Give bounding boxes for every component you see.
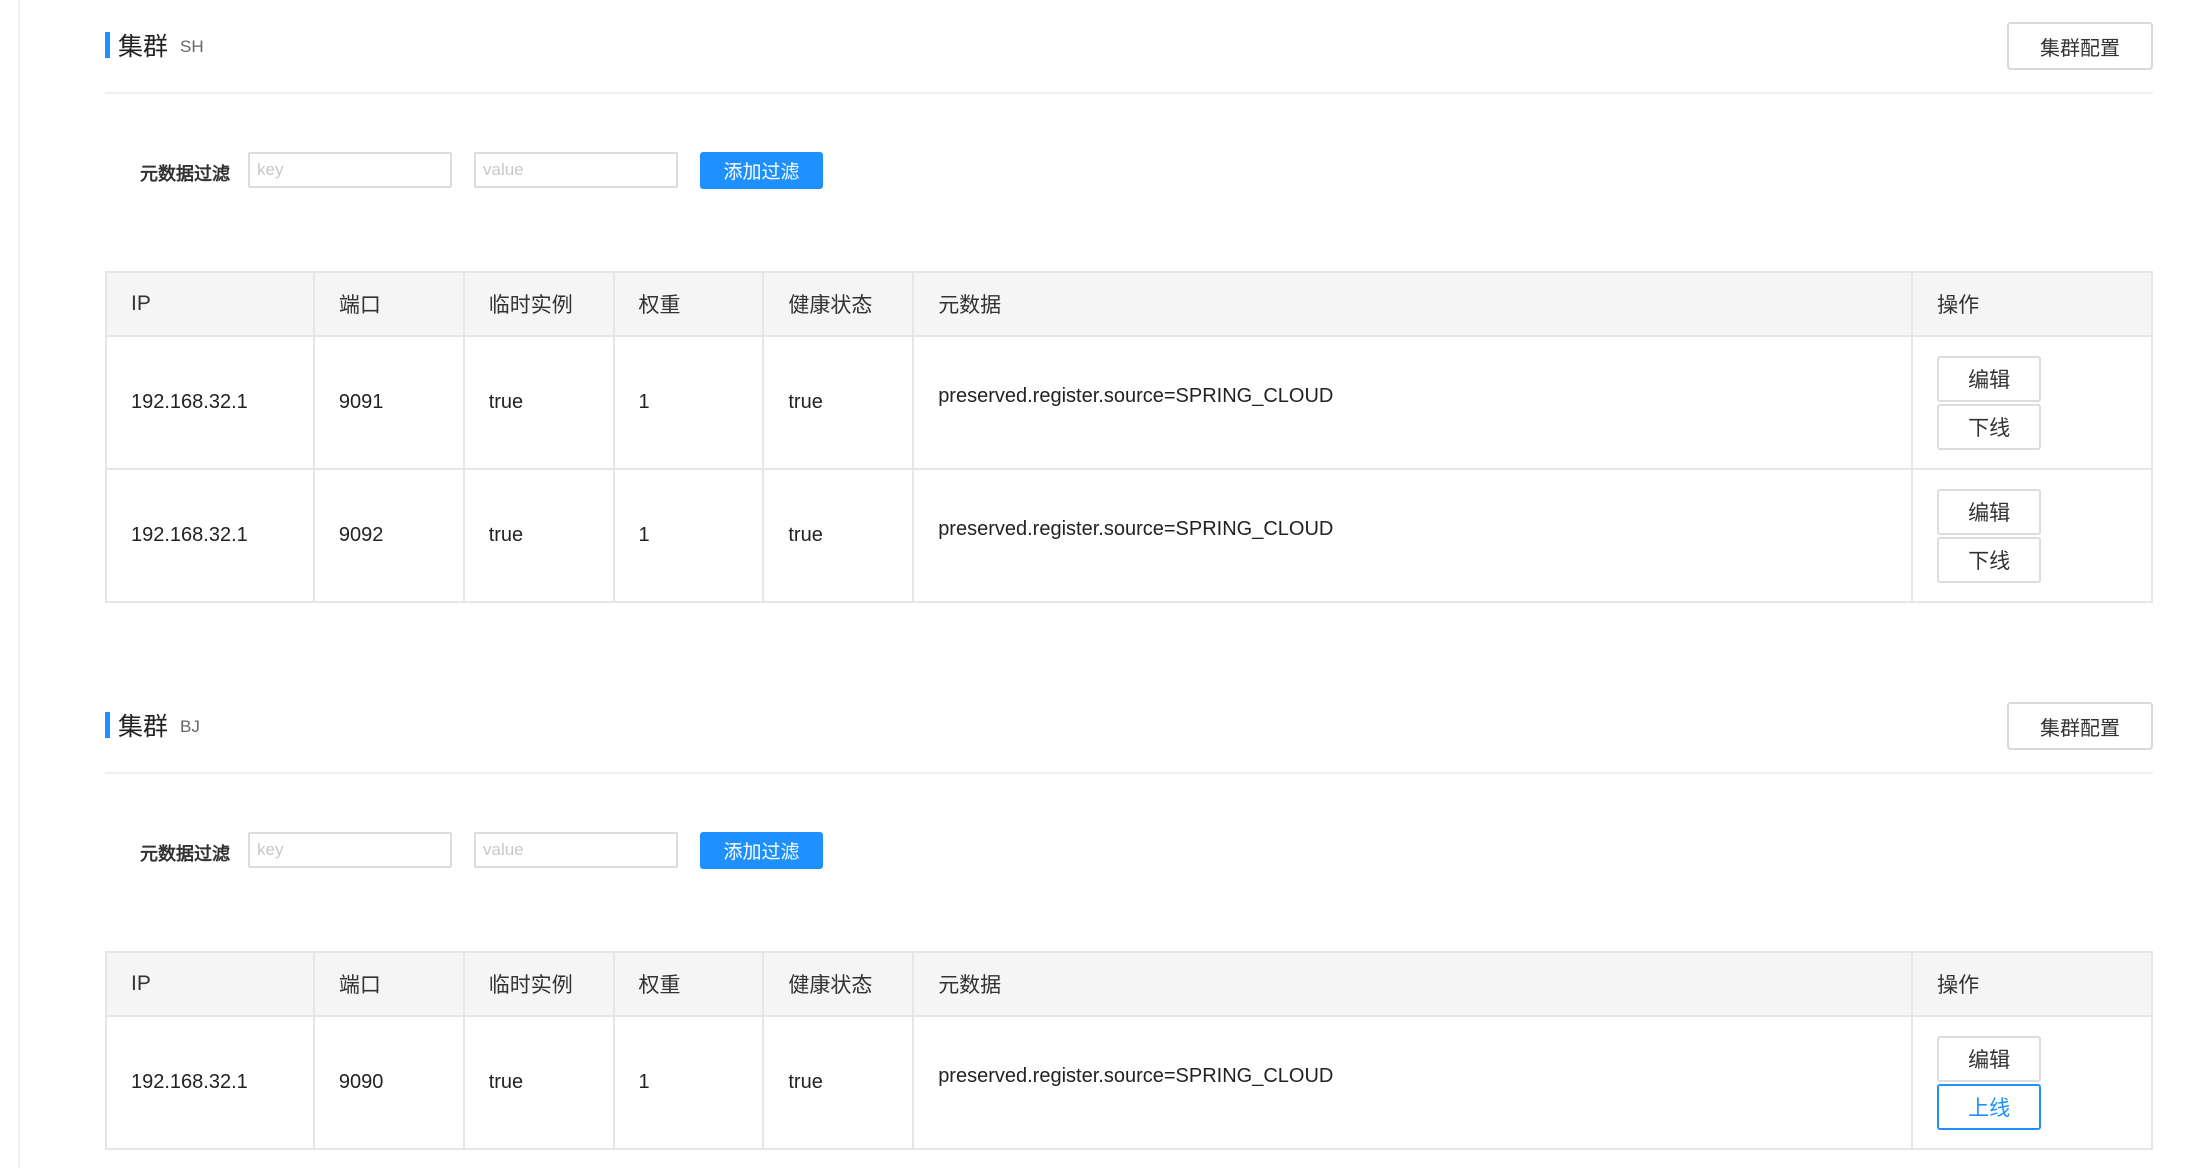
cell-actions: 编辑 下线 <box>1912 469 2152 603</box>
column-header-ephemeral: 临时实例 <box>463 272 615 337</box>
metadata-filter-row: 元数据过滤 添加过滤 <box>105 94 2153 271</box>
cluster-config-button[interactable]: 集群配置 <box>2007 702 2153 750</box>
cell-actions: 编辑 下线 <box>1912 336 2152 470</box>
column-header-ephemeral: 临时实例 <box>463 952 615 1017</box>
cluster-section-sh: 集群 SH 集群配置 元数据过滤 添加过滤 IP 端口 临时实例 权重 健康状态… <box>105 0 2153 603</box>
table-row: 192.168.32.1 9090 true 1 true preserved.… <box>106 1016 2152 1150</box>
cell-ephemeral: true <box>463 1016 615 1150</box>
offline-button[interactable]: 下线 <box>1937 536 2042 583</box>
row-actions: 编辑 下线 <box>1937 488 2151 583</box>
row-actions: 编辑 上线 <box>1937 1035 2151 1130</box>
cell-ip: 192.168.32.1 <box>106 1016 315 1150</box>
metadata-filter-label: 元数据过滤 <box>140 844 230 864</box>
left-divider <box>18 0 20 1168</box>
title-accent-bar <box>105 712 110 738</box>
filter-value-input[interactable] <box>474 832 678 868</box>
column-header-port: 端口 <box>313 272 465 337</box>
cell-health: true <box>763 1016 915 1150</box>
row-actions: 编辑 下线 <box>1937 355 2151 450</box>
cell-ephemeral: true <box>463 336 615 470</box>
cell-ephemeral: true <box>463 469 615 603</box>
metadata-filter-row: 元数据过滤 添加过滤 <box>105 774 2153 951</box>
cluster-name: SH <box>180 37 204 56</box>
cluster-title: 集群 BJ <box>105 708 200 742</box>
cell-weight: 1 <box>613 469 765 603</box>
cluster-section-bj: 集群 BJ 集群配置 元数据过滤 添加过滤 IP 端口 临时实例 权重 健康状态… <box>105 680 2153 1150</box>
cluster-title-label: 集群 <box>118 713 169 741</box>
add-filter-button[interactable]: 添加过滤 <box>700 152 823 189</box>
column-header-weight: 权重 <box>613 272 765 337</box>
edit-button[interactable]: 编辑 <box>1937 355 2042 402</box>
instance-table: IP 端口 临时实例 权重 健康状态 元数据 操作 192.168.32.1 9… <box>105 951 2153 1150</box>
table-header-row: IP 端口 临时实例 权重 健康状态 元数据 操作 <box>106 952 2152 1017</box>
title-accent-bar <box>105 32 110 58</box>
filter-value-input[interactable] <box>474 152 678 188</box>
column-header-metadata: 元数据 <box>913 952 1914 1017</box>
metadata-filter-label: 元数据过滤 <box>140 164 230 184</box>
column-header-metadata: 元数据 <box>913 272 1914 337</box>
cell-metadata: preserved.register.source=SPRING_CLOUD <box>913 336 1914 470</box>
column-header-weight: 权重 <box>613 952 765 1017</box>
cell-actions: 编辑 上线 <box>1912 1016 2152 1150</box>
cell-port: 9090 <box>313 1016 465 1150</box>
cluster-name: BJ <box>180 717 200 736</box>
table-row: 192.168.32.1 9091 true 1 true preserved.… <box>106 336 2152 470</box>
cluster-config-button[interactable]: 集群配置 <box>2007 22 2153 70</box>
cluster-header: 集群 SH 集群配置 <box>105 0 2153 94</box>
edit-button[interactable]: 编辑 <box>1937 488 2042 535</box>
cell-health: true <box>763 469 915 603</box>
cell-metadata: preserved.register.source=SPRING_CLOUD <box>913 1016 1914 1150</box>
edit-button[interactable]: 编辑 <box>1937 1035 2042 1082</box>
column-header-port: 端口 <box>313 952 465 1017</box>
offline-button[interactable]: 下线 <box>1937 403 2042 450</box>
cell-metadata: preserved.register.source=SPRING_CLOUD <box>913 469 1914 603</box>
cluster-title: 集群 SH <box>105 28 204 62</box>
cell-weight: 1 <box>613 336 765 470</box>
column-header-health: 健康状态 <box>763 272 915 337</box>
cell-health: true <box>763 336 915 470</box>
column-header-ip: IP <box>106 952 315 1017</box>
online-button[interactable]: 上线 <box>1937 1083 2042 1130</box>
cell-port: 9092 <box>313 469 465 603</box>
cell-weight: 1 <box>613 1016 765 1150</box>
column-header-health: 健康状态 <box>763 952 915 1017</box>
cluster-header: 集群 BJ 集群配置 <box>105 680 2153 774</box>
table-row: 192.168.32.1 9092 true 1 true preserved.… <box>106 469 2152 603</box>
column-header-actions: 操作 <box>1912 952 2152 1017</box>
column-header-ip: IP <box>106 272 315 337</box>
filter-key-input[interactable] <box>248 152 452 188</box>
cell-port: 9091 <box>313 336 465 470</box>
cell-ip: 192.168.32.1 <box>106 469 315 603</box>
column-header-actions: 操作 <box>1912 272 2152 337</box>
instance-table: IP 端口 临时实例 权重 健康状态 元数据 操作 192.168.32.1 9… <box>105 271 2153 603</box>
filter-key-input[interactable] <box>248 832 452 868</box>
table-header-row: IP 端口 临时实例 权重 健康状态 元数据 操作 <box>106 272 2152 337</box>
cell-ip: 192.168.32.1 <box>106 336 315 470</box>
cluster-title-label: 集群 <box>118 33 169 61</box>
add-filter-button[interactable]: 添加过滤 <box>700 832 823 869</box>
